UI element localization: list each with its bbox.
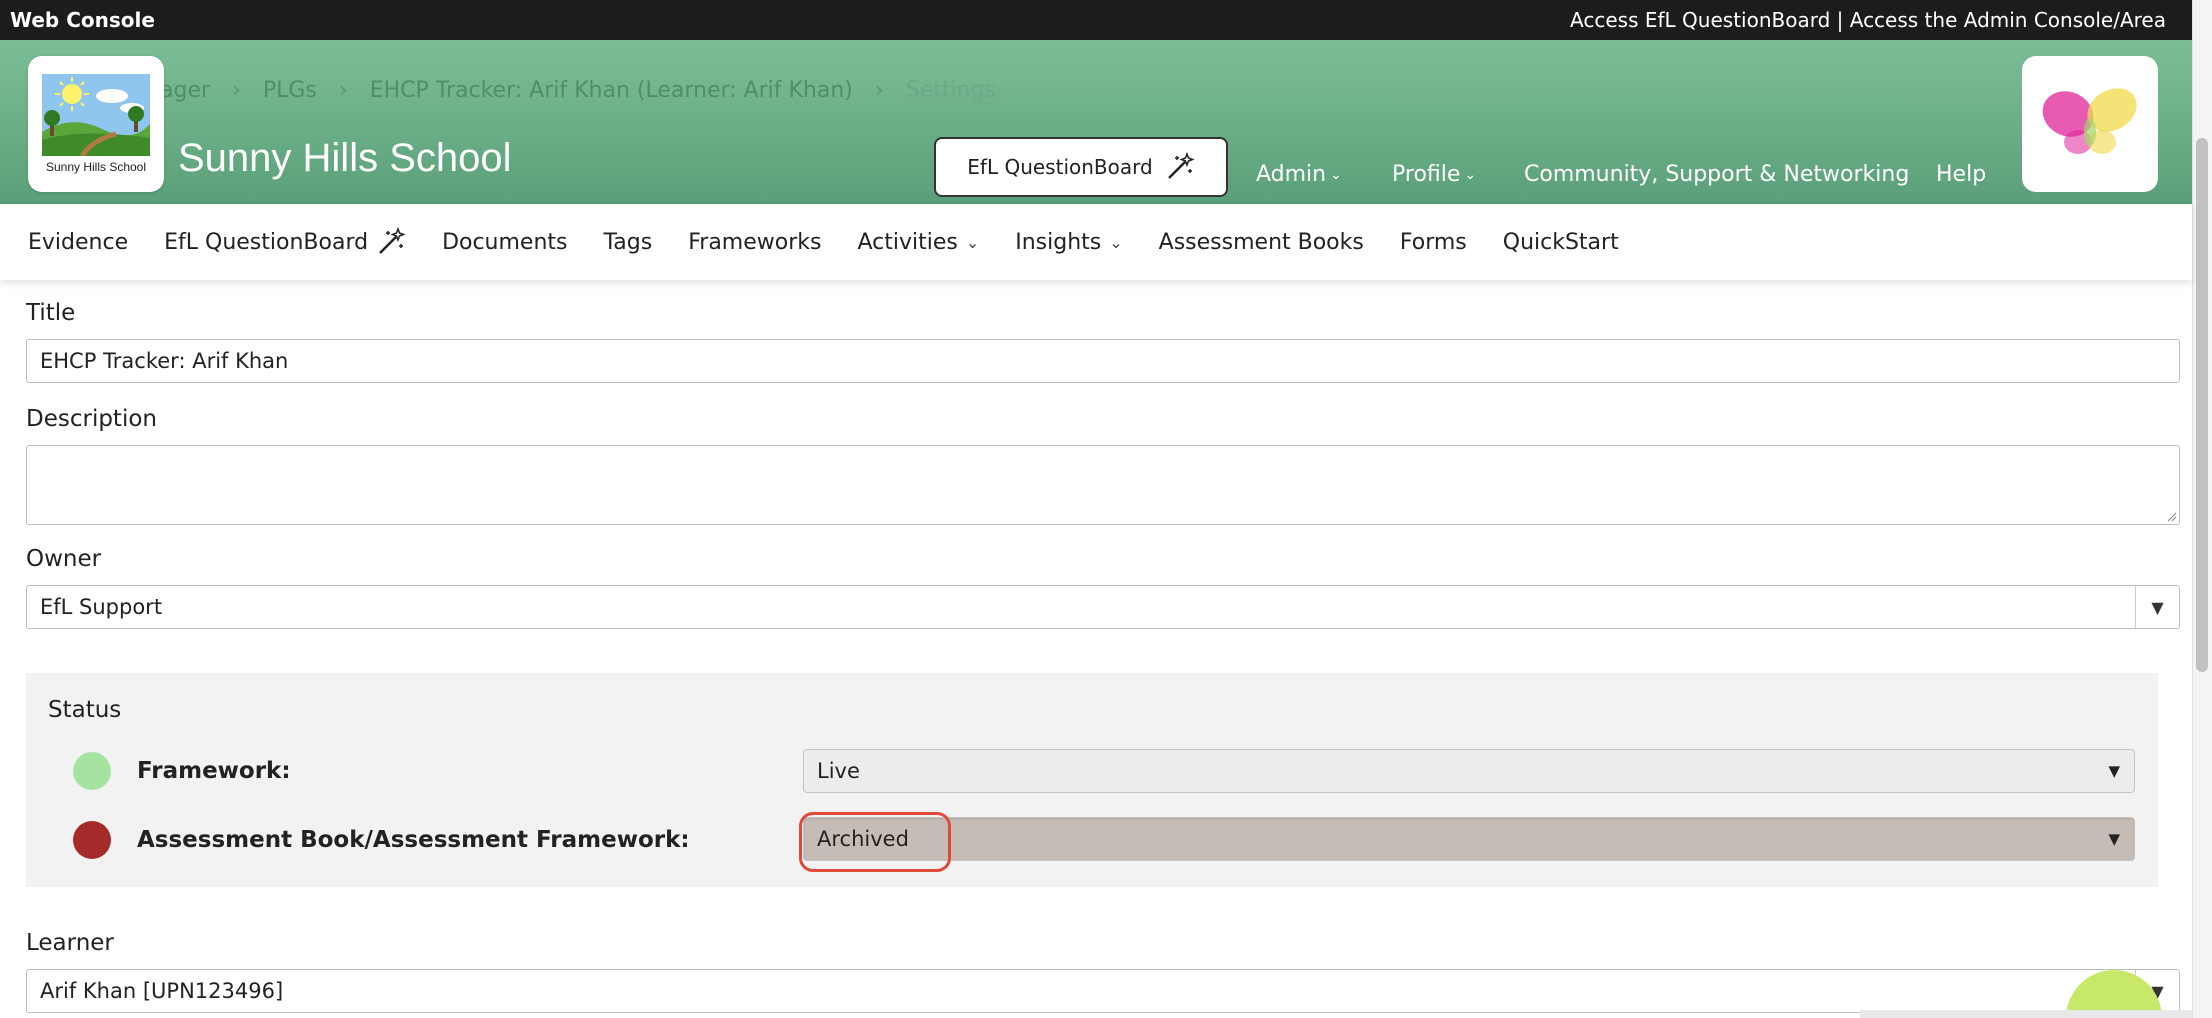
nav-help-label: Help — [1936, 162, 1987, 187]
dropdown-arrow-icon: ▼ — [2108, 762, 2120, 780]
title-input-value: EHCP Tracker: Arif Khan — [40, 349, 289, 373]
breadcrumb-separator-icon: › — [338, 78, 348, 103]
status-title: Status — [48, 697, 122, 723]
subnav-frameworks[interactable]: Frameworks — [688, 230, 821, 255]
web-console-label: Web Console — [10, 8, 155, 32]
owner-label: Owner — [26, 546, 102, 572]
subnav-activities-label: Activities — [857, 229, 958, 255]
subnav-documents[interactable]: Documents — [442, 230, 567, 255]
subnav-tags-label: Tags — [603, 229, 653, 255]
nav-profile[interactable]: Profile ⌄ — [1392, 162, 1476, 187]
subnav-quickstart-label: QuickStart — [1502, 229, 1619, 255]
subnav-insights[interactable]: Insights ⌄ — [1015, 230, 1122, 255]
access-links[interactable]: Access EfL QuestionBoard | Access the Ad… — [1570, 8, 2166, 32]
nav-community[interactable]: Community, Support & Networking — [1524, 162, 1909, 187]
title-label: Title — [26, 300, 76, 326]
subnav-efl-questionboard[interactable]: EfL QuestionBoard — [164, 227, 406, 257]
subnav-assessment-books[interactable]: Assessment Books — [1159, 230, 1364, 255]
subnav-efl-questionboard-label: EfL QuestionBoard — [164, 229, 369, 255]
breadcrumb-item[interactable]: EHCP Tracker: Arif Khan (Learner: Arif K… — [370, 78, 853, 103]
butterfly-icon — [2042, 88, 2137, 154]
dropdown-arrow-icon: ▼ — [2108, 830, 2120, 848]
subnav-assessment-books-label: Assessment Books — [1158, 229, 1364, 255]
subnav-insights-label: Insights — [1015, 229, 1102, 255]
description-label: Description — [26, 406, 157, 432]
chevron-down-icon: ⌄ — [965, 232, 980, 252]
breadcrumb-item[interactable]: ager — [160, 78, 210, 103]
learner-select[interactable]: Arif Khan [UPN123496] ▼ — [26, 969, 2180, 1013]
scrollbar-thumb[interactable] — [2196, 138, 2208, 672]
magic-wand-icon — [1167, 152, 1195, 179]
site-header: ager › PLGs › EHCP Tracker: Arif Khan (L… — [0, 40, 2192, 204]
subnav-quickstart[interactable]: QuickStart — [1503, 230, 1619, 255]
subnav-evidence[interactable]: Evidence — [28, 230, 128, 255]
breadcrumb: ager › PLGs › EHCP Tracker: Arif Khan (L… — [160, 78, 996, 103]
subnav-tags[interactable]: Tags — [604, 230, 653, 255]
nav-community-label: Community, Support & Networking — [1524, 162, 1910, 187]
logo-caption: Sunny Hills School — [45, 160, 147, 174]
chevron-down-icon: ⌄ — [1109, 232, 1123, 252]
learner-label: Learner — [26, 930, 114, 956]
subnav-evidence-label: Evidence — [28, 229, 129, 255]
subnav-forms-label: Forms — [1399, 229, 1467, 255]
sub-navigation: Evidence EfL QuestionBoard Documents Tag… — [0, 204, 2192, 280]
breadcrumb-item[interactable]: PLGs — [263, 78, 317, 103]
framework-status-dot — [73, 752, 111, 790]
status-panel: Status Framework: Live ▼ Assessment Book… — [26, 673, 2158, 887]
owner-select[interactable]: EfL Support ▼ — [26, 585, 2180, 629]
nav-profile-label: Profile — [1392, 162, 1461, 187]
framework-status-value: Live — [817, 759, 860, 783]
resize-handle-icon[interactable] — [2165, 510, 2177, 522]
subnav-documents-label: Documents — [442, 229, 568, 255]
assessment-status-dot — [73, 821, 111, 859]
bottom-strip — [1860, 1010, 2192, 1018]
breadcrumb-current: Settings — [905, 78, 996, 103]
nav-admin-label: Admin — [1256, 162, 1327, 187]
chevron-down-icon: ⌄ — [1464, 166, 1477, 183]
framework-status-select[interactable]: Live ▼ — [803, 749, 2135, 793]
brand-logo[interactable] — [2022, 56, 2158, 192]
school-logo[interactable]: Sunny Hills School — [28, 56, 164, 192]
dropdown-arrow-icon: ▼ — [2135, 586, 2179, 628]
archived-highlight — [799, 812, 951, 872]
assessment-status-label: Assessment Book/Assessment Framework: — [137, 827, 690, 853]
breadcrumb-separator-icon: › — [874, 78, 884, 103]
nav-help[interactable]: Help — [1936, 162, 1986, 187]
description-textarea[interactable] — [26, 445, 2180, 525]
framework-status-label: Framework: — [137, 758, 291, 784]
school-landscape-icon — [42, 74, 150, 156]
subnav-forms[interactable]: Forms — [1400, 230, 1467, 255]
assessment-status-select[interactable]: Archived ▼ — [803, 817, 2135, 861]
page: Web Console Access EfL QuestionBoard | A… — [0, 0, 2212, 1018]
magic-wand-icon — [379, 227, 406, 254]
top-bar: Web Console Access EfL QuestionBoard | A… — [0, 0, 2192, 40]
title-input[interactable]: EHCP Tracker: Arif Khan — [26, 339, 2180, 383]
subnav-activities[interactable]: Activities ⌄ — [857, 230, 979, 255]
subnav-frameworks-label: Frameworks — [688, 229, 822, 255]
learner-select-value: Arif Khan [UPN123496] — [40, 979, 284, 1003]
nav-admin[interactable]: Admin ⌄ — [1256, 162, 1342, 187]
owner-select-value: EfL Support — [40, 595, 163, 619]
school-name: Sunny Hills School — [178, 136, 512, 180]
breadcrumb-separator-icon: › — [232, 78, 241, 103]
chevron-down-icon: ⌄ — [1330, 166, 1342, 183]
efl-questionboard-label: EfL QuestionBoard — [967, 155, 1153, 179]
efl-questionboard-button[interactable]: EfL QuestionBoard — [934, 137, 1228, 197]
